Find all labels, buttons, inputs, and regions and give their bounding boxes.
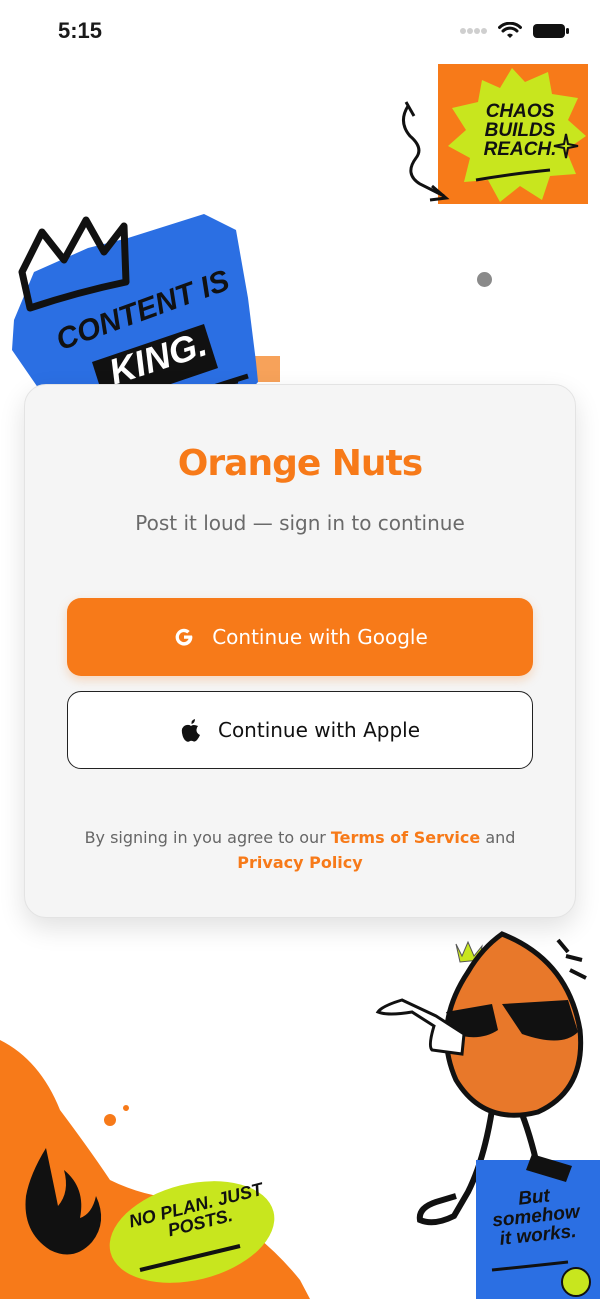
continue-with-google-button[interactable]: Continue with Google (67, 598, 533, 676)
google-icon (175, 628, 193, 646)
legal-and: and (485, 828, 516, 847)
bottom-left-decoration: NO PLAN. JUST POSTS. (0, 1000, 340, 1299)
terms-of-service-link[interactable]: Terms of Service (331, 828, 480, 847)
signal-dots-icon (460, 28, 487, 34)
continue-with-apple-button[interactable]: Continue with Apple (67, 691, 533, 769)
privacy-policy-link[interactable]: Privacy Policy (237, 853, 362, 872)
but-somehow-sticker-text: But somehow it works. (491, 1185, 581, 1250)
almond-mascot: But somehow it works. (372, 930, 600, 1299)
wifi-icon (498, 22, 522, 38)
status-time: 5:15 (58, 18, 103, 43)
page-indicator-dot (477, 272, 492, 287)
sign-in-subtitle: Post it loud — sign in to continue (135, 511, 465, 535)
chaos-sticker-text: CHAOS BUILDS REACH. (483, 101, 557, 160)
apple-icon (181, 719, 200, 742)
battery-icon (533, 24, 569, 38)
brand-title: Orange Nuts (177, 443, 423, 484)
status-icons (460, 22, 570, 40)
status-bar: 5:15 (0, 0, 600, 66)
chaos-builds-reach-sticker: CHAOS BUILDS REACH. (390, 62, 590, 212)
apple-button-label: Continue with Apple (217, 718, 420, 742)
google-button-label: Continue with Google (212, 625, 428, 649)
orange-splash-icon (0, 1040, 310, 1299)
sign-in-card: Orange Nuts Post it loud — sign in to co… (24, 384, 576, 918)
legal-text: By signing in you agree to our Terms of … (65, 825, 535, 875)
legal-prefix: By signing in you agree to our (84, 828, 326, 847)
